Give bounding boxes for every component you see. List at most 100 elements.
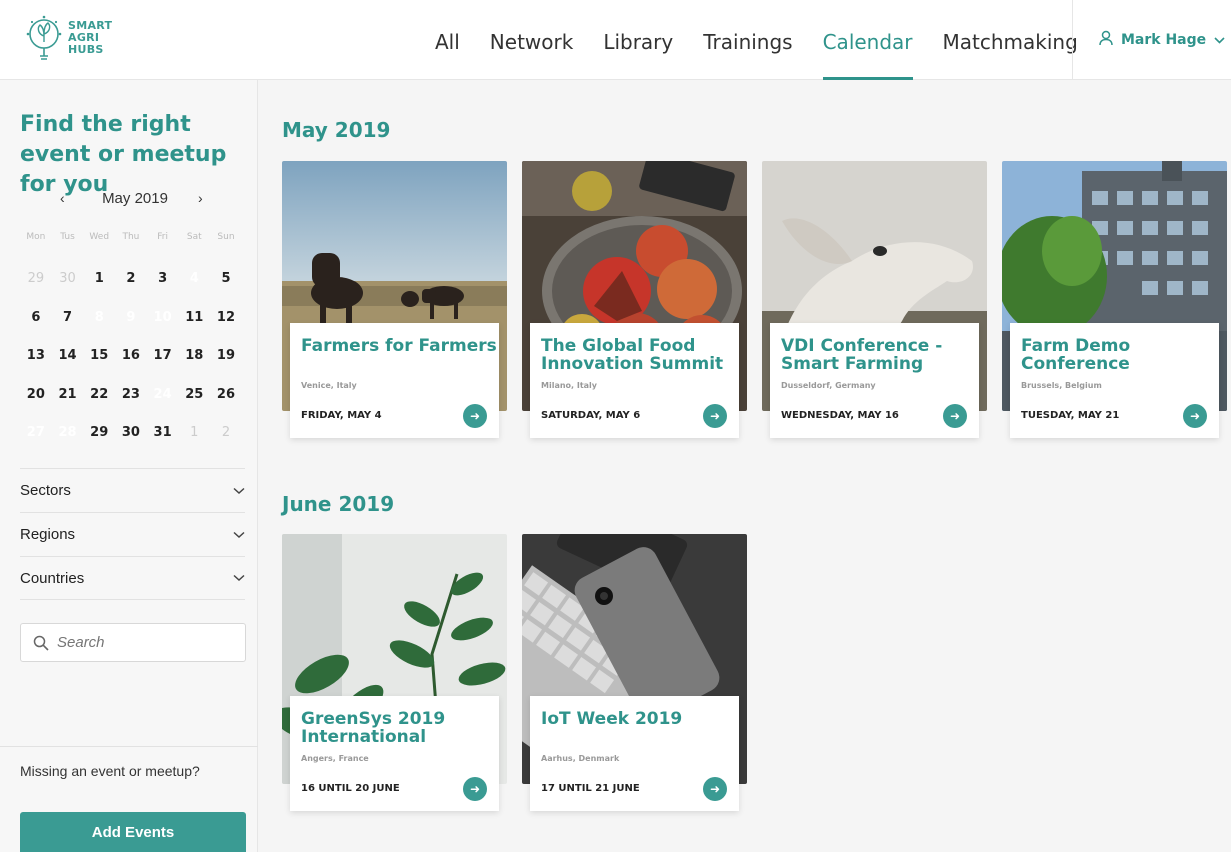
arrow-right-icon[interactable]: ➜ <box>703 404 727 428</box>
smart-agri-hubs-logo[interactable]: SMART AGRI HUBS <box>24 12 134 68</box>
event-card[interactable]: The Global Food Innovation Summit Milano… <box>522 161 747 438</box>
calendar-day[interactable]: 5 <box>210 267 242 291</box>
calendar-day[interactable]: 4 <box>178 267 210 291</box>
calendar-day[interactable]: 30 <box>52 267 84 291</box>
add-events-button[interactable]: Add Events <box>20 812 246 852</box>
calendar-day-number: 13 <box>26 348 45 363</box>
calendar-day[interactable]: 21 <box>52 383 84 407</box>
event-card[interactable]: VDI Conference - Smart Farming Dusseldor… <box>762 161 987 438</box>
calendar-day-number: 28 <box>58 425 77 440</box>
calendar-day[interactable]: 3 <box>147 267 179 291</box>
calendar-day[interactable]: 23 <box>115 383 147 407</box>
weekday-label: Wed <box>89 232 110 242</box>
calendar-day-number: 10 <box>153 309 172 325</box>
calendar-day-number: 1 <box>94 271 104 286</box>
calendar-day-number: 21 <box>58 386 77 402</box>
calendar-day-number: 26 <box>216 386 236 402</box>
calendar-day[interactable]: 7 <box>52 306 84 330</box>
next-month-button[interactable]: › <box>198 190 203 206</box>
calendar-day[interactable]: 18 <box>178 344 210 368</box>
event-info: The Global Food Innovation Summit Milano… <box>530 323 739 438</box>
calendar-day[interactable]: 12 <box>210 306 242 330</box>
event-card[interactable]: GreenSys 2019 International Angers, Fran… <box>282 534 507 811</box>
calendar-day[interactable]: 1 <box>83 267 115 291</box>
nav-calendar[interactable]: Calendar <box>808 0 928 80</box>
calendar-day-number: 29 <box>27 271 45 286</box>
arrow-right-icon[interactable]: ➜ <box>1183 404 1207 428</box>
calendar-day-number: 24 <box>153 386 172 402</box>
calendar-day[interactable]: 29 <box>20 267 52 291</box>
calendar-day-number: 22 <box>90 386 109 402</box>
arrow-right-icon[interactable]: ➜ <box>943 404 967 428</box>
calendar-day-number: 9 <box>126 309 136 325</box>
event-card[interactable]: Farm Demo Conference Brussels, Belgium T… <box>1002 161 1227 438</box>
nav-network[interactable]: Network <box>475 0 589 80</box>
nav-trainings[interactable]: Trainings <box>688 0 807 80</box>
calendar-day[interactable]: 8 <box>83 305 115 330</box>
calendar-day-number: 18 <box>185 348 204 363</box>
filter-countries[interactable]: Countries <box>20 556 245 600</box>
calendar-month-label: May 2019 <box>102 190 168 207</box>
sprout-logo-icon <box>26 15 62 60</box>
event-card[interactable]: IoT Week 2019 Aarhus, Denmark 17 UNTIL 2… <box>522 534 747 811</box>
calendar-day[interactable]: 24 <box>147 382 179 407</box>
nav-matchmaking[interactable]: Matchmaking <box>928 0 1093 80</box>
weekday-label: Mon <box>26 232 46 242</box>
calendar-day-number: 1 <box>190 425 199 440</box>
event-search[interactable] <box>20 623 246 662</box>
calendar-weekdays: Mon Tus Wed Thu Fri Sat Sun <box>20 232 242 242</box>
event-date: FRIDAY, MAY 4 <box>301 410 382 421</box>
user-menu[interactable]: Mark Hage <box>1072 0 1231 80</box>
calendar-day[interactable]: 15 <box>83 344 115 368</box>
filter-regions[interactable]: Regions <box>20 512 245 556</box>
calendar-day-number: 11 <box>185 309 204 325</box>
calendar-day[interactable]: 2 <box>115 267 147 291</box>
weekday-label: Thu <box>122 232 140 242</box>
calendar-day[interactable]: 9 <box>115 305 147 330</box>
calendar-day[interactable]: 1 <box>178 421 210 445</box>
calendar-day[interactable]: 11 <box>178 306 210 330</box>
arrow-right-icon[interactable]: ➜ <box>463 777 487 801</box>
previous-month-button[interactable]: ‹ <box>60 190 65 206</box>
event-location: Angers, France <box>301 754 369 763</box>
calendar-day[interactable]: 16 <box>115 344 147 368</box>
calendar-day[interactable]: 13 <box>20 344 52 368</box>
calendar-day[interactable]: 26 <box>210 383 242 407</box>
arrow-right-icon[interactable]: ➜ <box>703 777 727 801</box>
calendar-day[interactable]: 20 <box>20 383 52 407</box>
month-heading: June 2019 <box>282 492 395 516</box>
calendar-day[interactable]: 19 <box>210 344 242 368</box>
calendar-day[interactable]: 28 <box>51 421 84 445</box>
calendar-day-number: 23 <box>121 386 140 402</box>
calendar-day-number: 31 <box>153 425 172 440</box>
calendar-day-number: 5 <box>221 271 231 286</box>
event-card[interactable]: Farmers for Farmers Venice, Italy FRIDAY… <box>282 161 507 438</box>
event-location: Dusseldorf, Germany <box>781 381 876 390</box>
filter-sidebar: Find the right event or meetup for you ‹… <box>0 80 258 852</box>
chevron-down-icon <box>1214 32 1225 48</box>
calendar-day-number: 16 <box>121 348 140 363</box>
weekday-label: Tus <box>60 232 75 242</box>
calendar-day[interactable]: 27 <box>20 421 52 445</box>
arrow-right-icon[interactable]: ➜ <box>463 404 487 428</box>
calendar-day[interactable]: 30 <box>115 421 147 445</box>
calendar-day[interactable]: 2 <box>210 421 242 445</box>
event-info: GreenSys 2019 International Angers, Fran… <box>290 696 499 811</box>
event-info: VDI Conference - Smart Farming Dusseldor… <box>770 323 979 438</box>
chevron-down-icon <box>233 487 245 494</box>
calendar-day-number: 6 <box>31 309 41 325</box>
nav-library[interactable]: Library <box>588 0 688 80</box>
calendar-day[interactable]: 22 <box>83 383 115 407</box>
filter-sectors[interactable]: Sectors <box>20 468 245 512</box>
calendar-day[interactable]: 25 <box>178 383 210 407</box>
calendar-day[interactable]: 31 <box>147 421 179 445</box>
search-input[interactable] <box>57 634 227 651</box>
calendar-day[interactable]: 29 <box>83 421 115 445</box>
calendar-day[interactable]: 14 <box>52 344 84 368</box>
event-info: IoT Week 2019 Aarhus, Denmark 17 UNTIL 2… <box>530 696 739 811</box>
calendar-day[interactable]: 17 <box>147 344 179 368</box>
weekday-label: Fri <box>157 232 168 242</box>
calendar-day[interactable]: 10 <box>146 305 179 330</box>
calendar-day[interactable]: 6 <box>20 306 52 330</box>
nav-all[interactable]: All <box>420 0 475 80</box>
